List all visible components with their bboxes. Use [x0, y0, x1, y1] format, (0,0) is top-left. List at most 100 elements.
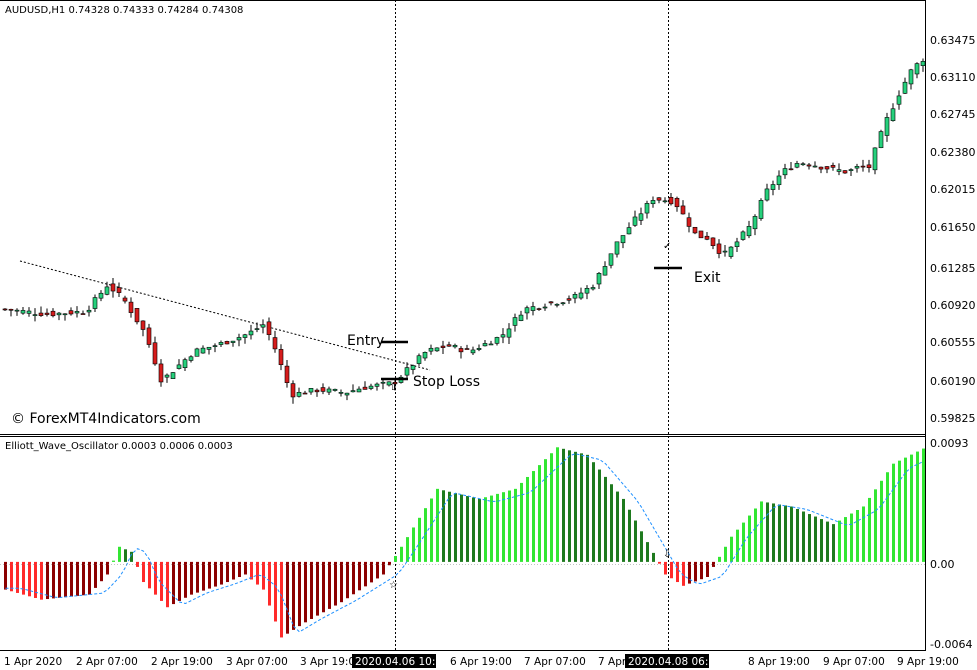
- candle-bear: [68, 310, 74, 315]
- osc-bar-rising-positive: [544, 459, 547, 562]
- osc-bar-rising-negative: [184, 561, 187, 598]
- candle-bear: [698, 230, 704, 239]
- candle-bull: [542, 306, 548, 309]
- osc-bar-rising-negative: [346, 561, 349, 599]
- price-tick: 0.62015: [930, 183, 976, 196]
- candle-bear: [110, 283, 116, 292]
- candle-bull: [620, 235, 626, 244]
- candle-bear: [536, 308, 542, 310]
- candle-bull: [62, 313, 68, 316]
- osc-bar-rising-positive: [838, 520, 841, 562]
- osc-bar-rising-negative: [238, 561, 241, 577]
- candle-bull: [776, 175, 782, 186]
- osc-bar-rising-negative: [244, 561, 247, 575]
- candle-bull: [722, 250, 728, 253]
- osc-bar-rising-positive: [418, 517, 421, 562]
- candle-bull: [200, 347, 206, 354]
- candle-bull: [242, 334, 248, 338]
- osc-bar-rising-positive: [868, 497, 871, 562]
- osc-bar-rising-negative: [88, 561, 91, 595]
- candle-bull: [578, 292, 584, 299]
- osc-bar-rising-negative: [94, 561, 97, 588]
- osc-bar-rising-positive: [880, 480, 883, 562]
- candle-bull: [614, 241, 620, 255]
- osc-bar-falling-negative: [664, 561, 667, 575]
- osc-bar-falling-positive: [652, 552, 655, 562]
- candle-bear: [710, 237, 716, 246]
- candle-bear: [548, 301, 554, 304]
- osc-bar-rising-negative: [292, 561, 295, 630]
- exit-check-icon: ✓: [663, 241, 671, 252]
- candle-bull: [602, 266, 608, 276]
- candle-bull: [332, 388, 338, 391]
- osc-bar-rising-positive: [922, 448, 925, 562]
- candle-bull: [368, 385, 374, 389]
- osc-bar-falling-positive: [796, 509, 799, 562]
- candle-bull: [644, 203, 650, 214]
- osc-bar-falling-positive: [820, 519, 823, 562]
- osc-bar-rising-positive: [748, 515, 751, 562]
- osc-bar-falling-positive: [622, 498, 625, 562]
- candle-bear: [278, 349, 284, 366]
- candle-bull: [356, 388, 362, 393]
- osc-bar-falling-negative: [142, 561, 145, 583]
- osc-bar-falling-positive: [598, 469, 601, 562]
- candle-bull: [494, 337, 500, 344]
- osc-bar-falling-positive: [616, 491, 619, 562]
- osc-bar-rising-negative: [196, 561, 199, 593]
- candle-bull: [596, 273, 602, 285]
- candle-bear: [44, 312, 50, 315]
- candle-bull: [326, 388, 332, 393]
- candle-bear: [320, 387, 326, 392]
- candle-bear: [830, 165, 836, 168]
- candle-bear: [686, 217, 692, 227]
- price-tick: 0.60555: [930, 336, 976, 349]
- candle-bull: [902, 81, 908, 94]
- time-label: 8 Apr 19:00: [748, 656, 810, 668]
- candle-bear: [302, 392, 308, 395]
- osc-bar-rising-negative: [334, 561, 337, 606]
- osc-bar-falling-positive: [766, 502, 769, 562]
- candle-bear: [158, 363, 164, 383]
- osc-bar-rising-negative: [286, 561, 289, 634]
- osc-bar-rising-positive: [538, 465, 541, 562]
- osc-bar-rising-positive: [490, 495, 493, 562]
- candle-bull: [632, 216, 638, 226]
- osc-bar-rising-negative: [82, 561, 85, 596]
- candle-bull: [422, 352, 428, 359]
- price-axis: 0.63475 0.63110 0.62745 0.62380 0.62015 …: [930, 34, 976, 425]
- entry-time-label: 2020.04.06 10:00: [355, 656, 449, 668]
- osc-bar-falling-positive: [574, 451, 577, 562]
- osc-bar-rising-positive: [400, 546, 403, 562]
- osc-bar-falling-positive: [790, 506, 793, 562]
- candle-bull: [188, 356, 194, 361]
- candle-bull: [194, 348, 200, 357]
- osc-tick: 0.00: [930, 558, 955, 571]
- osc-bar-rising-positive: [406, 537, 409, 562]
- osc-bar-rising-negative: [298, 561, 301, 627]
- osc-bar-falling-positive: [442, 490, 445, 562]
- osc-bar-rising-positive: [496, 493, 499, 562]
- osc-bar-rising-positive: [556, 447, 559, 562]
- osc-bar-rising-positive: [850, 513, 853, 562]
- candle-bull: [104, 286, 110, 295]
- osc-bar-falling-positive: [124, 549, 127, 562]
- osc-bar-falling-positive: [586, 454, 589, 562]
- candle-bear: [80, 313, 86, 315]
- candle-bull: [452, 344, 458, 348]
- osc-bar-rising-positive: [412, 527, 415, 562]
- osc-bar-rising-positive: [754, 508, 757, 562]
- candle-bull: [662, 200, 668, 203]
- trendline: [19, 260, 431, 371]
- osc-bar-rising-negative: [304, 561, 307, 623]
- osc-bar-rising-positive: [502, 492, 505, 562]
- candle-bear: [788, 168, 794, 171]
- price-tick: 0.59825: [930, 412, 976, 425]
- osc-bar-falling-positive: [580, 453, 583, 562]
- candle-bear: [566, 298, 572, 301]
- candle-bull: [764, 188, 770, 201]
- price-tick: 0.63110: [930, 71, 976, 84]
- candle-bull: [896, 95, 902, 105]
- osc-bar-rising-negative: [64, 561, 67, 598]
- candle-bull: [884, 117, 890, 136]
